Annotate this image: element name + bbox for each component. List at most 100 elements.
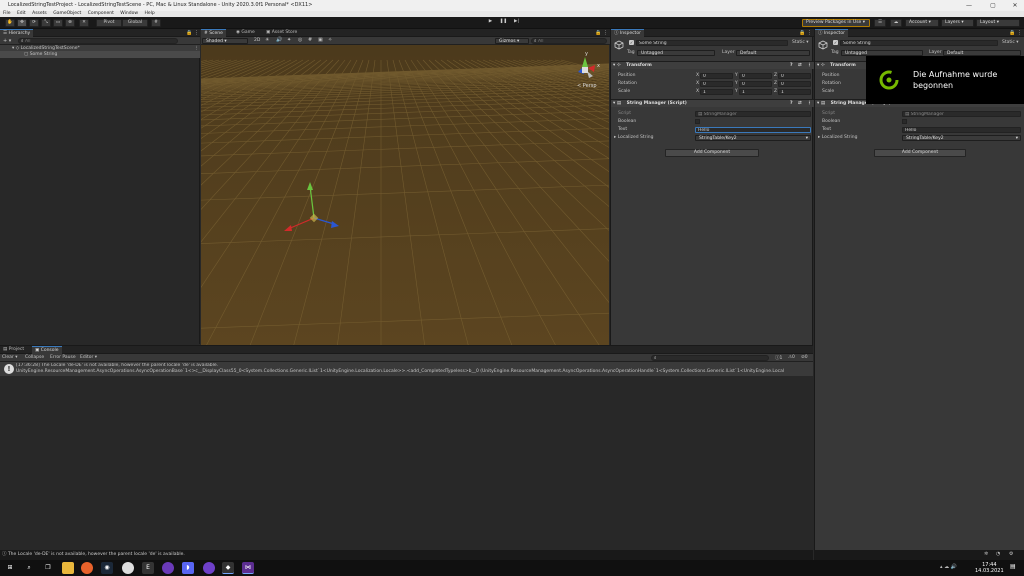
scene-search-input[interactable]: ⌕ All — [531, 38, 607, 44]
tab-hierarchy[interactable]: ☰ Hierarchy — [0, 29, 34, 37]
editor-dropdown[interactable]: Editor ▾ — [80, 355, 97, 360]
object-name-field[interactable]: Some String — [636, 40, 788, 46]
collapse-toggle[interactable]: Collapse — [25, 355, 44, 360]
add-component-button[interactable]: Add Component — [665, 149, 759, 157]
localized-string-dropdown-2[interactable]: StringTable/Key2 ▾ — [902, 135, 1021, 141]
inspector1-lock-icon[interactable]: 🔒 — [799, 30, 805, 36]
scene-menu-icon[interactable]: ⋮ — [603, 30, 608, 36]
hidden-objects-icon[interactable]: ◎ — [298, 37, 302, 43]
status-bar[interactable]: ⓘ The Locale 'de-DE' is not available, h… — [0, 550, 813, 560]
inspector2-lock-icon[interactable]: 🔒 — [1009, 30, 1015, 36]
cloud-icon[interactable]: ☁ — [890, 19, 902, 27]
rotate-tool-icon[interactable]: ⟳ — [29, 19, 39, 27]
custom-tool-icon[interactable]: ✕ — [79, 19, 89, 27]
pos-x-field[interactable]: 0 — [700, 73, 733, 79]
error-pause-toggle[interactable]: Error Pause — [50, 355, 76, 360]
scene-viewport[interactable]: y x < Persp — [201, 45, 609, 345]
gizmos-dropdown[interactable]: Gizmos ▾ — [495, 38, 529, 44]
tab-project[interactable]: ▤ Project — [0, 346, 27, 354]
scale-x-field[interactable]: 1 — [700, 89, 733, 95]
search-icon[interactable]: ⌕ — [23, 562, 35, 574]
rot-x-field[interactable]: 0 — [700, 81, 733, 87]
localized-string-row-2[interactable]: ▸ Localized String — [818, 134, 857, 141]
notifications-icon[interactable]: ▤ — [1010, 563, 1016, 570]
boolean-checkbox-2[interactable] — [902, 119, 907, 124]
warn-count-toggle[interactable]: ⚠0 — [788, 355, 795, 360]
transform-header[interactable]: ▾ ⊹ Transform ? ⇄ ⋮ — [611, 61, 814, 69]
settings-icon[interactable]: ⚙ — [1009, 551, 1013, 557]
text-field[interactable]: Hello — [695, 127, 811, 133]
menu-edit[interactable]: Edit — [17, 11, 26, 16]
shading-dropdown[interactable]: Shaded ▾ — [202, 38, 248, 44]
tab-asset-store[interactable]: ▣ Asset Store — [263, 29, 300, 37]
scale-z-field[interactable]: 1 — [778, 89, 811, 95]
active-checkbox-2[interactable]: ✓ — [833, 40, 838, 45]
tag-dropdown[interactable]: Untagged — [637, 50, 715, 56]
menu-window[interactable]: Window — [120, 11, 138, 16]
global-toggle[interactable]: Global — [122, 19, 148, 27]
menu-file[interactable]: File — [3, 11, 11, 16]
create-button[interactable]: + ▾ — [3, 38, 11, 44]
grid-icon[interactable]: # — [308, 37, 312, 43]
tab-inspector-1[interactable]: ⓘ Inspector — [611, 29, 644, 37]
menu-assets[interactable]: Assets — [32, 11, 47, 16]
maximize-button[interactable]: ▢ — [984, 0, 1002, 11]
scale-y-field[interactable]: 1 — [739, 89, 772, 95]
string-manager-header[interactable]: ▾ ▤ String Manager (Script) ? ⇄ ⋮ — [611, 99, 814, 107]
unity-icon[interactable]: ◆ — [222, 562, 234, 574]
persp-label[interactable]: < Persp — [577, 83, 597, 89]
sm-menu-icon[interactable]: ⋮ — [807, 100, 812, 108]
github-icon[interactable] — [203, 562, 215, 574]
console-search-input[interactable]: ⌕ — [651, 355, 769, 361]
pivot-toggle[interactable]: Pivot — [96, 19, 122, 27]
panel-menu-icon[interactable]: ⋮ — [194, 30, 199, 36]
visual-studio-icon[interactable]: ⋈ — [242, 562, 254, 574]
scale-tool-icon[interactable]: ⤡ — [41, 19, 51, 27]
rot-z-field[interactable]: 0 — [778, 81, 811, 87]
text-field-2[interactable]: Hello — [902, 127, 1021, 133]
clock[interactable]: 17:44 14.03.2021 — [975, 562, 1004, 574]
sm-preset-icon[interactable]: ⇄ — [798, 100, 802, 108]
layer-dropdown[interactable]: Default — [736, 50, 810, 56]
transform-tool-icon[interactable]: ⊕ — [65, 19, 75, 27]
tab-scene[interactable]: # Scene — [201, 29, 226, 37]
debug-icon[interactable]: ✲ — [984, 551, 988, 557]
progress-icon[interactable]: ◔ — [996, 551, 1000, 557]
layout-dropdown[interactable]: Layout ▾ — [976, 19, 1020, 27]
tab-inspector-2[interactable]: ⓘ Inspector — [815, 29, 848, 37]
menu-gameobject[interactable]: GameObject — [53, 11, 81, 16]
inspector1-menu-icon[interactable]: ⋮ — [807, 30, 812, 36]
console-entry[interactable]: ! [17:36:28] The Locale 'de-DE' is not a… — [0, 362, 813, 376]
inspector2-menu-icon[interactable]: ⋮ — [1017, 30, 1022, 36]
gameobject-row[interactable]: ▢ Some String — [0, 51, 200, 58]
clear-dropdown[interactable]: Clear ▾ — [2, 355, 17, 360]
error-count-toggle[interactable]: ⊘0 — [801, 355, 808, 360]
boolean-checkbox[interactable] — [695, 119, 700, 124]
static-dropdown-2[interactable]: Static ▾ — [1002, 40, 1019, 45]
move-tool-icon[interactable]: ✥ — [17, 19, 27, 27]
rect-tool-icon[interactable]: ▭ — [53, 19, 63, 27]
component-menu-icon[interactable]: ⋮ — [807, 62, 812, 70]
localized-string-dropdown[interactable]: StringTable/Key2 ▾ — [695, 135, 811, 141]
steam-icon[interactable]: ◉ — [101, 562, 113, 574]
file-explorer-icon[interactable] — [62, 562, 74, 574]
object-name-field-2[interactable]: Some String — [840, 40, 998, 46]
pause-button-icon[interactable]: ❚❚ — [498, 19, 509, 27]
sm-help-icon[interactable]: ? — [790, 100, 793, 108]
menu-component[interactable]: Component — [88, 11, 114, 16]
localized-string-row[interactable]: ▸ Localized String — [614, 134, 653, 141]
layers-dropdown[interactable]: Layers ▾ — [941, 19, 974, 27]
lighting-icon[interactable]: ☀ — [265, 37, 269, 43]
static-dropdown[interactable]: Static ▾ — [792, 40, 809, 45]
menu-help[interactable]: Help — [144, 11, 154, 16]
hierarchy-search-input[interactable]: ⌕ All — [18, 38, 178, 44]
scene-lock-icon[interactable]: 🔒 — [595, 30, 601, 36]
tab-console[interactable]: ▣ Console — [32, 346, 62, 354]
help-icon[interactable]: ? — [790, 62, 793, 70]
lock-icon[interactable]: 🔒 — [186, 30, 192, 36]
pos-y-field[interactable]: 0 — [739, 73, 772, 79]
play-button-icon[interactable]: ▶ — [485, 19, 496, 27]
2d-toggle[interactable]: 2D — [254, 38, 260, 43]
chrome-icon[interactable] — [122, 562, 134, 574]
add-component-button-2[interactable]: Add Component — [874, 149, 966, 157]
